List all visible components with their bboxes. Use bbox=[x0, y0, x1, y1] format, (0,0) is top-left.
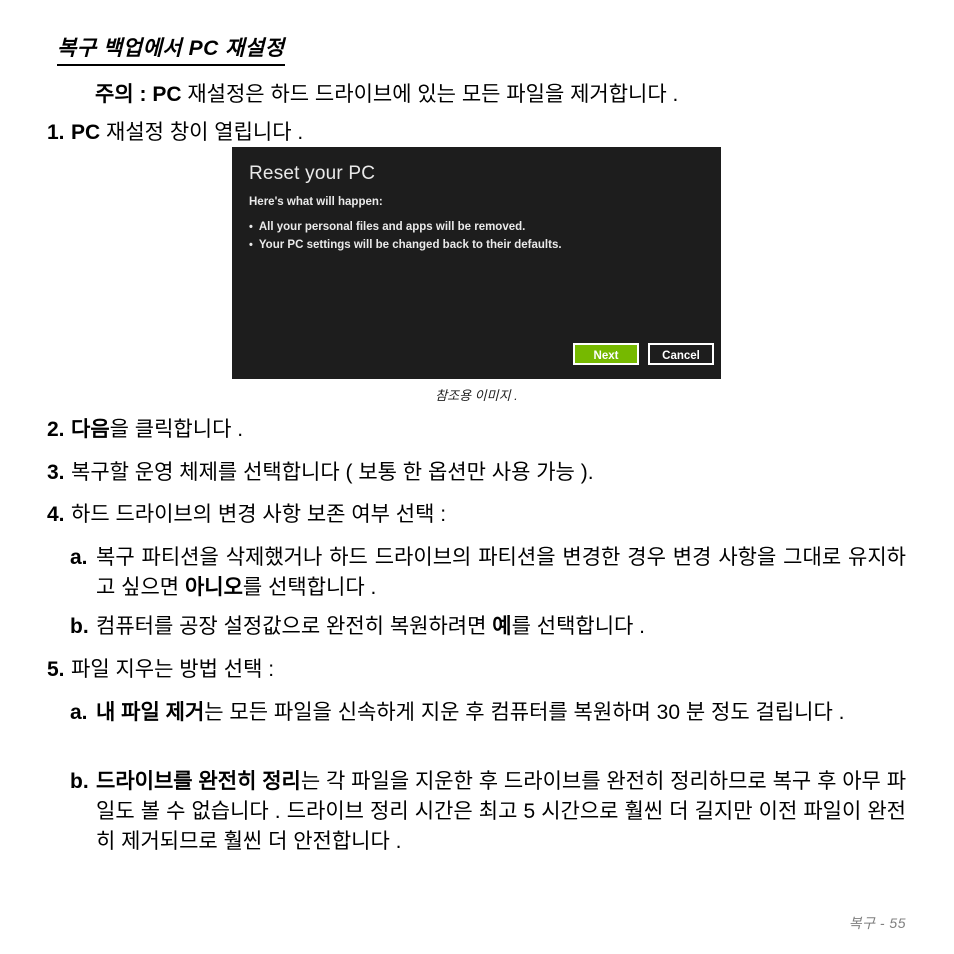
step-4a-post: 를 선택합니다 . bbox=[242, 576, 377, 599]
figure-caption: 참조용 이미지 . bbox=[435, 388, 518, 403]
step-5b: b. 드라이브를 완전히 정리는 각 파일을 지운한 후 드라이브를 완전히 정… bbox=[70, 767, 906, 857]
step-1-marker: 1. bbox=[47, 121, 65, 144]
step-4: 4. 하드 드라이브의 변경 사항 보존 여부 선택 : bbox=[47, 500, 906, 530]
step-4a: a. 복구 파티션을 삭제했거나 하드 드라이브의 파티션을 변경한 경우 변경… bbox=[70, 543, 906, 603]
step-2-body: 다음을 클릭합니다 . bbox=[71, 415, 906, 445]
step-1-text: 재설정 창이 열립니다 . bbox=[100, 121, 304, 144]
caution-bold-term: PC bbox=[152, 83, 182, 106]
step-5b-marker: b. bbox=[70, 770, 89, 793]
step-4b-pre: 컴퓨터를 공장 설정값으로 완전히 복원하려면 bbox=[96, 615, 493, 638]
step-5a-post: 는 모든 파일을 신속하게 지운 후 컴퓨터를 복원하며 30 분 정도 걸립니… bbox=[204, 701, 845, 724]
step-4b-post: 를 선택합니다 . bbox=[511, 615, 646, 638]
step-1-body: PC 재설정 창이 열립니다 . bbox=[71, 118, 906, 148]
dialog-bullet-item: All your personal files and apps will be… bbox=[249, 218, 562, 236]
step-5a-marker: a. bbox=[70, 701, 88, 724]
step-5a-bold: 내 파일 제거 bbox=[96, 701, 205, 724]
step-5b-body: 드라이브를 완전히 정리는 각 파일을 지운한 후 드라이브를 완전히 정리하므… bbox=[96, 767, 906, 857]
step-4b: b. 컴퓨터를 공장 설정값으로 완전히 복원하려면 예를 선택합니다 . bbox=[70, 612, 906, 642]
step-4a-body: 복구 파티션을 삭제했거나 하드 드라이브의 파티션을 변경한 경우 변경 사항… bbox=[96, 543, 906, 603]
step-3-text: 복구할 운영 체제를 선택합니다 ( 보통 한 옵션만 사용 가능 ). bbox=[71, 461, 594, 484]
dialog-subtitle: Here's what will happen: bbox=[249, 196, 383, 208]
step-2-bold: 다음 bbox=[71, 418, 110, 441]
reset-pc-dialog: Reset your PC Here's what will happen: A… bbox=[232, 147, 721, 379]
caution-note: 주의 : PC 재설정은 하드 드라이브에 있는 모든 파일을 제거합니다 . bbox=[95, 80, 910, 110]
step-3: 3. 복구할 운영 체제를 선택합니다 ( 보통 한 옵션만 사용 가능 ). bbox=[47, 458, 906, 488]
next-button[interactable]: Next bbox=[573, 343, 639, 365]
step-1: 1. PC 재설정 창이 열립니다 . bbox=[47, 118, 906, 148]
page-footer: 복구 - 55 bbox=[848, 915, 906, 931]
section-heading: 복구 백업에서 PC 재설정 bbox=[57, 32, 285, 66]
dialog-bullet-item: Your PC settings will be changed back to… bbox=[249, 236, 562, 254]
step-5: 5. 파일 지우는 방법 선택 : bbox=[47, 655, 906, 685]
step-4b-body: 컴퓨터를 공장 설정값으로 완전히 복원하려면 예를 선택합니다 . bbox=[96, 612, 906, 642]
reset-pc-figure: Reset your PC Here's what will happen: A… bbox=[232, 147, 721, 403]
step-1-bold: PC bbox=[71, 121, 101, 144]
cancel-button[interactable]: Cancel bbox=[648, 343, 714, 365]
step-4a-bold: 아니오 bbox=[184, 576, 243, 599]
step-5a-body: 내 파일 제거는 모든 파일을 신속하게 지운 후 컴퓨터를 복원하며 30 분… bbox=[96, 698, 906, 728]
dialog-bullet-list: All your personal files and apps will be… bbox=[249, 218, 562, 254]
step-5b-bold: 드라이브를 완전히 정리 bbox=[96, 770, 301, 793]
step-4b-bold: 예 bbox=[492, 615, 512, 638]
step-5a: a. 내 파일 제거는 모든 파일을 신속하게 지운 후 컴퓨터를 복원하며 3… bbox=[70, 698, 906, 728]
step-2-text: 을 클릭합니다 . bbox=[109, 418, 244, 441]
step-2-marker: 2. bbox=[47, 418, 65, 441]
step-3-marker: 3. bbox=[47, 461, 65, 484]
step-4-marker: 4. bbox=[47, 503, 65, 526]
dialog-title: Reset your PC bbox=[249, 163, 376, 184]
step-5-text: 파일 지우는 방법 선택 : bbox=[71, 658, 275, 681]
step-2: 2. 다음을 클릭합니다 . bbox=[47, 415, 906, 445]
step-5-marker: 5. bbox=[47, 658, 65, 681]
dialog-button-row: Next Cancel bbox=[232, 343, 721, 373]
caution-label: 주의 : bbox=[95, 83, 147, 106]
step-4b-marker: b. bbox=[70, 615, 89, 638]
step-4-text: 하드 드라이브의 변경 사항 보존 여부 선택 : bbox=[71, 503, 447, 526]
document-page: 복구 백업에서 PC 재설정 주의 : PC 재설정은 하드 드라이브에 있는 … bbox=[0, 0, 954, 954]
step-4a-marker: a. bbox=[70, 546, 88, 569]
caution-text: 재설정은 하드 드라이브에 있는 모든 파일을 제거합니다 . bbox=[181, 83, 679, 106]
